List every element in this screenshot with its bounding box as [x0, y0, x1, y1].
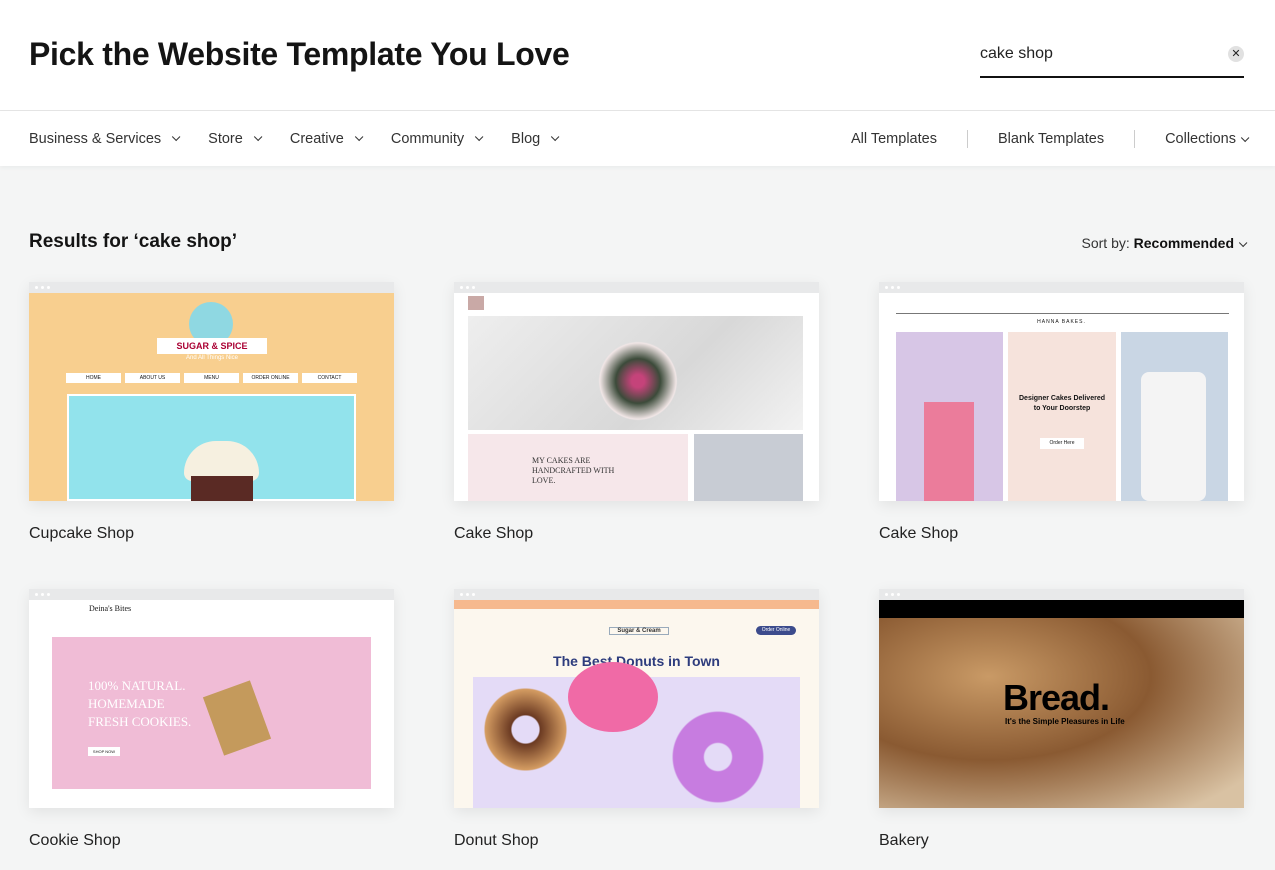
chevron-down-icon: [1238, 238, 1248, 248]
browser-bar: [454, 589, 819, 600]
chevron-down-icon: [354, 132, 364, 141]
chevron-down-icon: [1240, 133, 1250, 142]
sort-label: Sort by:: [1081, 235, 1130, 251]
template-name[interactable]: Cupcake Shop: [29, 525, 394, 543]
template-card[interactable]: Sugar & Cream Order Online The Best Donu…: [454, 589, 819, 850]
preview-brand: Sugar & Cream: [609, 627, 669, 635]
nav-label: Blog: [511, 130, 541, 147]
preview-tagline: And All Things Nice: [186, 355, 238, 361]
preview-brand: HANNA BAKES.: [1037, 319, 1086, 325]
preview-button: Order Here: [1040, 438, 1084, 449]
preview-brand: Deina's Bites: [89, 604, 132, 613]
template-preview[interactable]: SUGAR & SPICE And All Things Nice HOME A…: [29, 282, 394, 501]
preview-headline: MY CAKES ARE HANDCRAFTED WITH LOVE.: [532, 456, 615, 485]
template-name[interactable]: Donut Shop: [454, 832, 819, 850]
preview-button: SHOP NOW: [88, 747, 120, 756]
all-templates-link[interactable]: All Templates: [851, 131, 937, 147]
template-name[interactable]: Cake Shop: [879, 525, 1244, 543]
cupcake-base: [191, 476, 253, 501]
template-preview[interactable]: MY CAKES ARE HANDCRAFTED WITH LOVE.: [454, 282, 819, 501]
tiered-cake: [1141, 372, 1206, 501]
cupcake-image: [184, 441, 259, 481]
preview-text-block: MY CAKES ARE HANDCRAFTED WITH LOVE.: [468, 434, 688, 501]
page-title: Pick the Website Template You Love: [29, 36, 570, 72]
preview-brand: SUGAR & SPICE: [157, 338, 267, 354]
template-card[interactable]: HANNA BAKES. Designer Cakes Delivered to…: [879, 282, 1244, 543]
nav-blog[interactable]: Blog: [511, 130, 560, 147]
browser-bar: [29, 589, 394, 600]
preview-tagline: It's the Simple Pleasures in Life: [1005, 717, 1125, 726]
browser-bar: [454, 282, 819, 293]
preview-headline: Bread.: [1003, 677, 1110, 718]
sort-value: Recommended: [1133, 235, 1234, 251]
category-nav: Business & Services Store Creative Commu…: [0, 111, 1275, 166]
nav-creative[interactable]: Creative: [289, 130, 364, 147]
preview-menu-item: HOME: [66, 373, 121, 383]
cake-image: [896, 332, 1003, 501]
announcement-bar: [454, 600, 819, 609]
preview-menu-item: ABOUT US: [125, 373, 180, 383]
template-name[interactable]: Bakery: [879, 832, 1244, 850]
preview-headline: 100% NATURAL. HOMEMADE FRESH COOKIES.: [88, 678, 192, 729]
template-card[interactable]: Bread. It's the Simple Pleasures in Life…: [879, 589, 1244, 850]
preview-menu-item: CONTACT: [302, 373, 357, 383]
chevron-down-icon: [172, 132, 181, 141]
template-preview[interactable]: HANNA BAKES. Designer Cakes Delivered to…: [879, 282, 1244, 501]
preview-headline: Designer Cakes Delivered to Your Doorste…: [1019, 395, 1105, 412]
template-preview[interactable]: Deina's Bites 100% NATURAL. HOMEMADE FRE…: [29, 589, 394, 808]
preview-hero: 100% NATURAL. HOMEMADE FRESH COOKIES. SH…: [52, 637, 371, 789]
chevron-down-icon: [475, 132, 484, 141]
browser-bar: [29, 282, 394, 293]
header: Pick the Website Template You Love ✕: [0, 0, 1275, 111]
nav-label: Business & Services: [29, 130, 162, 147]
preview-text-panel: Designer Cakes Delivered to Your Doorste…: [1008, 332, 1116, 501]
preview-menu-item: MENU: [184, 373, 239, 383]
template-preview[interactable]: Sugar & Cream Order Online The Best Donu…: [454, 589, 819, 808]
search-box[interactable]: ✕: [980, 40, 1244, 78]
preview-hero: [67, 394, 356, 501]
donut-image: [663, 707, 773, 807]
cake-image: [1121, 332, 1228, 501]
nav-label: Creative: [289, 130, 344, 147]
collections-label: Collections: [1165, 130, 1236, 147]
browser-bar: [879, 282, 1244, 293]
sort-dropdown[interactable]: Sort by: Recommended: [1081, 235, 1248, 251]
browser-bar: [879, 589, 1244, 600]
collections-dropdown[interactable]: Collections: [1165, 130, 1250, 147]
preview-button: Order Online: [756, 626, 796, 635]
nav-business-services[interactable]: Business & Services: [29, 130, 181, 147]
results-heading: Results for ‘cake shop’: [29, 231, 238, 252]
search-input[interactable]: [980, 40, 1200, 68]
divider: [966, 129, 968, 148]
preview-nav: [879, 600, 1244, 618]
preview-hero: [473, 662, 800, 808]
cookies-image: [202, 680, 272, 756]
donut-image: [478, 682, 573, 777]
divider: [896, 313, 1229, 314]
preview-menu-item: ORDER ONLINE: [243, 373, 298, 383]
divider: [1134, 129, 1136, 148]
template-card[interactable]: SUGAR & SPICE And All Things Nice HOME A…: [29, 282, 394, 543]
nav-label: Community: [390, 130, 465, 147]
template-card[interactable]: Deina's Bites 100% NATURAL. HOMEMADE FRE…: [29, 589, 394, 850]
chevron-down-icon: [253, 132, 263, 141]
donut-image: [568, 662, 658, 732]
template-card[interactable]: MY CAKES ARE HANDCRAFTED WITH LOVE. Cake…: [454, 282, 819, 543]
template-name[interactable]: Cake Shop: [454, 525, 819, 543]
preview-menu: HOME ABOUT US MENU ORDER ONLINE CONTACT: [66, 373, 357, 383]
preview-image: [694, 434, 803, 501]
close-icon[interactable]: ✕: [1228, 46, 1244, 62]
template-preview[interactable]: Bread. It's the Simple Pleasures in Life: [879, 589, 1244, 808]
nav-community[interactable]: Community: [390, 130, 484, 147]
chevron-down-icon: [551, 132, 560, 141]
preview-hero: [468, 316, 803, 430]
nav-label: Store: [208, 130, 243, 147]
drip-cake: [924, 402, 974, 501]
nav-store[interactable]: Store: [208, 130, 263, 147]
template-name[interactable]: Cookie Shop: [29, 832, 394, 850]
preview-logo: [468, 296, 484, 310]
blank-templates-link[interactable]: Blank Templates: [998, 131, 1104, 147]
cake-image: [593, 336, 683, 426]
